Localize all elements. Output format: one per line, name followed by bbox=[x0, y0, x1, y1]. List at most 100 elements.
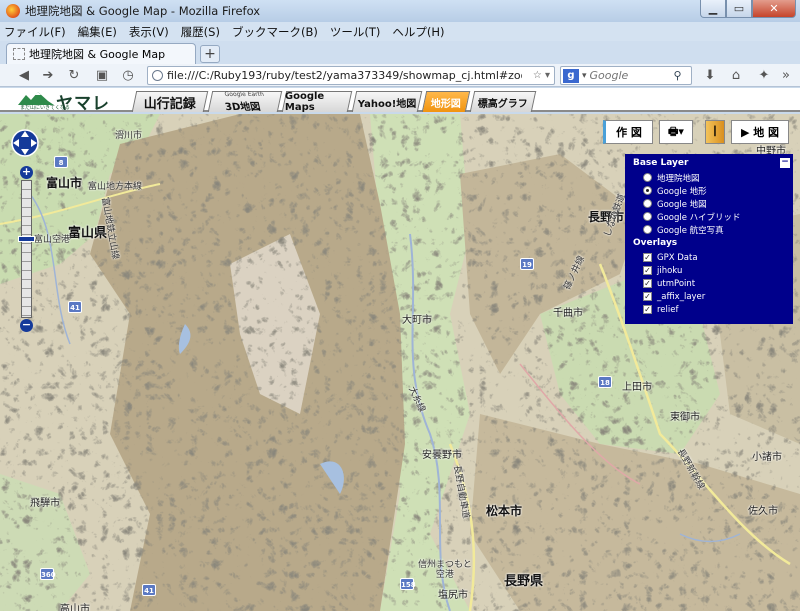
menu-help[interactable]: ヘルプ(H) bbox=[392, 24, 444, 40]
draw-button[interactable]: 作 図 bbox=[603, 120, 653, 144]
map-label-shinshu-airport: 信州まつもと 空港 bbox=[418, 560, 472, 580]
menu-edit[interactable]: 編集(E) bbox=[78, 24, 117, 40]
zoom-in-button[interactable]: + bbox=[20, 166, 33, 179]
radio-selected-icon[interactable] bbox=[643, 186, 652, 195]
pan-control[interactable] bbox=[10, 128, 40, 158]
reload-icon[interactable]: ↻ bbox=[64, 67, 84, 84]
menu-bookmarks[interactable]: ブックマーク(B) bbox=[232, 24, 318, 40]
google-icon[interactable]: g bbox=[563, 68, 579, 83]
map-toolbox: 作 図 🖶▾ ┃ ▶ 地 図 bbox=[603, 120, 790, 146]
ruler-icon: ┃ bbox=[712, 127, 718, 137]
zoom-slider-thumb[interactable] bbox=[18, 236, 35, 242]
map-label-omachi: 大町市 bbox=[402, 315, 432, 326]
tab-google-maps[interactable]: Google Maps bbox=[281, 91, 353, 113]
route-shield-41: 41 bbox=[68, 301, 82, 313]
zoom-slider-track[interactable] bbox=[21, 180, 32, 318]
menu-file[interactable]: ファイル(F) bbox=[4, 24, 66, 40]
tab-current[interactable]: 地理院地図 & Google Map bbox=[6, 43, 196, 64]
window-title: 地理院地図 & Google Map - Mozilla Firefox bbox=[25, 4, 261, 18]
map-label-komoro: 小諸市 bbox=[752, 452, 782, 463]
tab-chikeizu[interactable]: 地形図 bbox=[421, 91, 471, 112]
map-label-namerikawa: 滑川市 bbox=[115, 131, 143, 141]
tab-elevation-graph[interactable]: 標高グラフ bbox=[469, 91, 537, 112]
tab-yamakou-kiroku[interactable]: 山行記録 bbox=[131, 91, 209, 112]
search-bar[interactable]: g ▾ ⚲ bbox=[560, 66, 692, 85]
home-icon[interactable]: ⌂ bbox=[726, 67, 746, 84]
page-icon bbox=[13, 48, 25, 60]
close-button[interactable]: ✕ bbox=[752, 0, 796, 18]
download-icon[interactable]: ⬇ bbox=[700, 67, 720, 84]
tab-yahoo-map[interactable]: Yahoo!地図 bbox=[351, 91, 423, 112]
logo-tagline: まだ山にいきてくなる bbox=[20, 105, 70, 111]
back-icon[interactable]: ◀ bbox=[14, 67, 34, 84]
site-header: ヤマレコ まだ山にいきてくなる 山行記録 Google Earth 3D地図 Go… bbox=[0, 88, 800, 139]
map-mode-label: ▶ 地 図 bbox=[740, 126, 780, 139]
route-shield-8: 8 bbox=[54, 156, 68, 168]
ruler-button[interactable]: ┃ bbox=[705, 120, 725, 144]
zoom-out-button[interactable]: − bbox=[20, 319, 33, 332]
route-shield-158: 158 bbox=[400, 578, 416, 590]
map-label-toyama-city: 富山市 bbox=[46, 176, 83, 190]
map-mode-button[interactable]: ▶ 地 図 bbox=[731, 120, 789, 144]
checkbox-checked-icon[interactable]: ✓ bbox=[643, 266, 652, 275]
search-input[interactable] bbox=[589, 69, 674, 82]
base-layer-label: Google 地図 bbox=[657, 199, 707, 210]
overflow-icon[interactable]: » bbox=[776, 67, 796, 84]
radio-icon[interactable] bbox=[643, 199, 652, 208]
overlay-label: GPX Data bbox=[657, 252, 698, 263]
mountain-logo-icon bbox=[18, 92, 54, 105]
radio-icon[interactable] bbox=[643, 173, 652, 182]
overlay-label: utmPoint bbox=[657, 278, 696, 289]
map-label-ueda: 上田市 bbox=[622, 382, 652, 393]
menu-bar: ファイル(F) 編集(E) 表示(V) 履歴(S) ブックマーク(B) ツール(… bbox=[0, 22, 800, 41]
map-label-saku: 佐久市 bbox=[748, 506, 778, 517]
menu-tools[interactable]: ツール(T) bbox=[330, 24, 381, 40]
route-shield-360: 360 bbox=[40, 568, 56, 580]
map-label-toyama-airport: 富山空港 bbox=[34, 235, 71, 245]
checkbox-checked-icon[interactable]: ✓ bbox=[643, 305, 652, 314]
overlay-option[interactable]: ✓ jihoku bbox=[633, 264, 785, 277]
new-tab-button[interactable]: + bbox=[200, 45, 220, 63]
map-label-nagano-pref: 長野県 bbox=[504, 574, 544, 589]
zoom-control: + − bbox=[18, 166, 35, 332]
search-icon[interactable]: ⚲ bbox=[674, 69, 682, 82]
radio-icon[interactable] bbox=[643, 225, 652, 234]
minimize-button[interactable]: ▁ bbox=[700, 0, 726, 18]
forward-icon[interactable]: ➔ bbox=[38, 67, 58, 84]
tab-label: 標高グラフ bbox=[477, 98, 528, 110]
base-layer-option[interactable]: Google ハイブリッド bbox=[633, 210, 785, 223]
overlay-option[interactable]: ✓ GPX Data bbox=[633, 251, 785, 264]
menu-view[interactable]: 表示(V) bbox=[129, 24, 169, 40]
collapse-layer-switcher-icon[interactable]: − bbox=[780, 158, 790, 168]
map-label-takayama: 高山市 bbox=[60, 604, 90, 611]
tab-label: 3D地図 bbox=[224, 101, 263, 113]
map-label-toyama-pref: 富山県 bbox=[68, 226, 108, 241]
checkbox-checked-icon[interactable]: ✓ bbox=[643, 279, 652, 288]
overlay-option[interactable]: ✓ utmPoint bbox=[633, 277, 785, 290]
overlay-option[interactable]: ✓ _affix_layer bbox=[633, 290, 785, 303]
base-layer-option[interactable]: Google 航空写真 bbox=[633, 223, 785, 236]
tab-label: Yahoo!地図 bbox=[357, 98, 417, 110]
base-layer-option[interactable]: Google 地図 bbox=[633, 197, 785, 210]
tab-3d-map[interactable]: Google Earth 3D地図 bbox=[207, 91, 283, 113]
checkbox-checked-icon[interactable]: ✓ bbox=[643, 253, 652, 262]
base-layer-option[interactable]: Google 地形 bbox=[633, 184, 785, 197]
maximize-button[interactable]: ▭ bbox=[726, 0, 752, 18]
menu-history[interactable]: 履歴(S) bbox=[181, 24, 220, 40]
printer-icon: 🖶▾ bbox=[668, 124, 684, 138]
checkbox-checked-icon[interactable]: ✓ bbox=[643, 292, 652, 301]
overlay-option[interactable]: ✓ relief bbox=[633, 303, 785, 316]
base-layer-label: Google 航空写真 bbox=[657, 225, 724, 236]
url-dropdown-icon[interactable]: ☆ ▾ bbox=[533, 70, 550, 81]
print-button[interactable]: 🖶▾ bbox=[659, 120, 693, 144]
base-layer-label: Google 地形 bbox=[657, 186, 707, 197]
yamareco-logo[interactable]: ヤマレコ まだ山にいきてくなる bbox=[18, 89, 126, 139]
home-view-icon[interactable]: ▣ bbox=[92, 67, 112, 84]
engine-dropdown-icon[interactable]: ▾ bbox=[582, 71, 587, 81]
radio-icon[interactable] bbox=[643, 212, 652, 221]
base-layer-option[interactable]: 地理院地図 bbox=[633, 171, 785, 184]
map-label-matsumoto: 松本市 bbox=[486, 504, 523, 518]
history-icon[interactable]: ◷ bbox=[118, 67, 138, 84]
url-bar[interactable]: file:///C:/Ruby193/ruby/test2/yama373349… bbox=[147, 66, 555, 85]
addon-icon[interactable]: ✦ bbox=[754, 67, 774, 84]
